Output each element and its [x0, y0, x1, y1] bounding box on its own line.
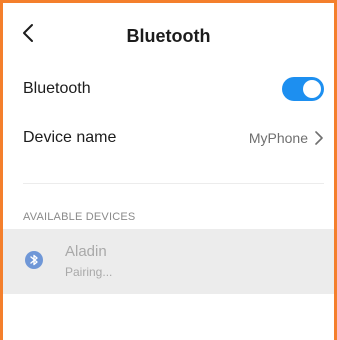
screen-frame: Bluetooth Bluetooth Device name MyPhone …	[0, 0, 337, 340]
bluetooth-icon	[25, 251, 43, 269]
device-name: Aladin	[65, 243, 107, 260]
chevron-left-icon	[23, 24, 33, 42]
device-name-value: MyPhone	[248, 130, 308, 146]
bluetooth-label: Bluetooth	[23, 80, 91, 97]
bluetooth-row: Bluetooth	[3, 63, 334, 115]
available-devices-header: AVAILABLE DEVICES	[23, 211, 136, 223]
toggle-knob	[303, 80, 321, 98]
device-name-label: Device name	[23, 129, 117, 146]
device-name-value-group: MyPhone	[249, 112, 324, 164]
device-item-aladin[interactable]: Aladin Pairing...	[3, 229, 334, 294]
divider	[23, 183, 324, 184]
chevron-right-icon	[315, 131, 323, 145]
top-bar	[3, 3, 334, 61]
back-button[interactable]	[17, 21, 41, 45]
device-status: Pairing...	[65, 265, 113, 279]
device-name-row[interactable]: Device name MyPhone	[3, 112, 334, 164]
bluetooth-toggle[interactable]	[282, 77, 324, 101]
